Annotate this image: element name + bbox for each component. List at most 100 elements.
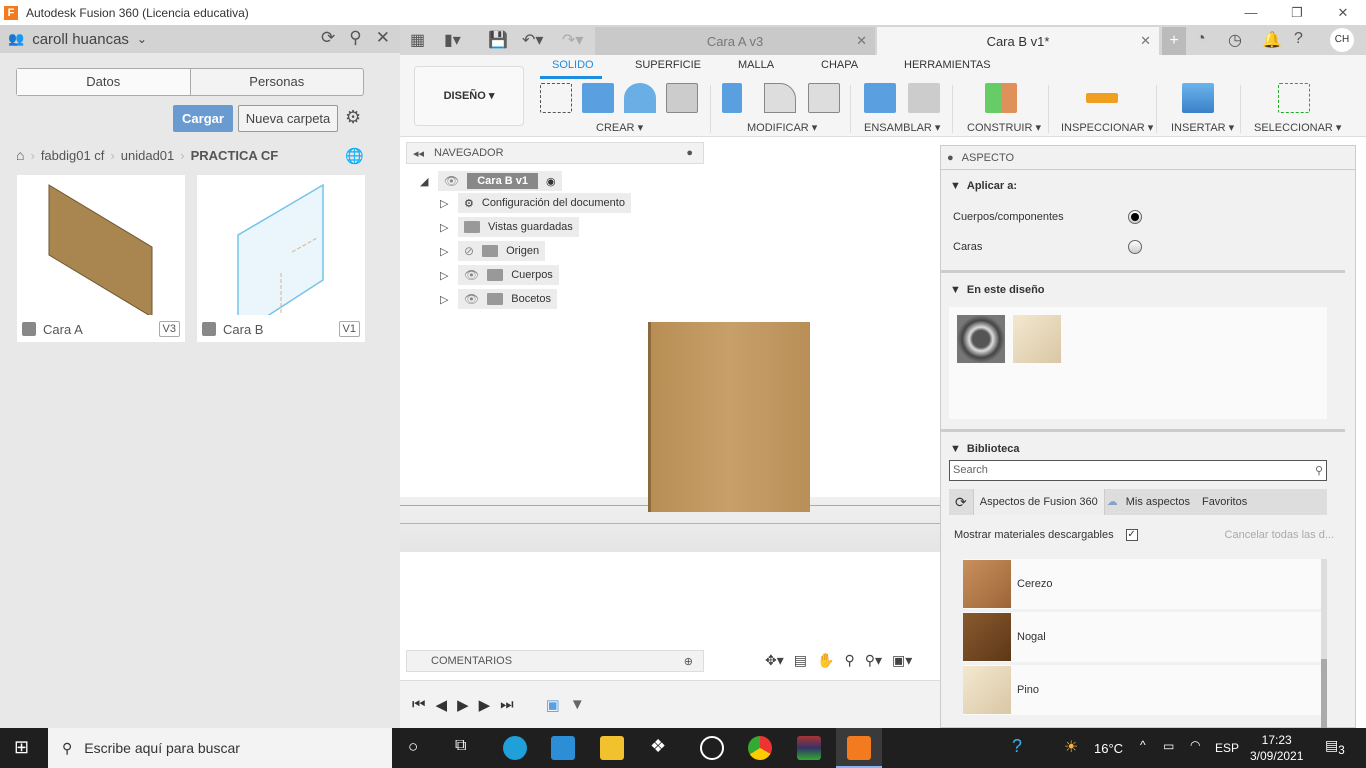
previous-icon[interactable]: ◀: [436, 696, 448, 714]
tree-root[interactable]: ◢ 👁 Cara B v1 ◉: [420, 170, 631, 192]
user-selector[interactable]: caroll huancas: [32, 31, 129, 48]
avatar[interactable]: CH: [1330, 28, 1354, 52]
workspace-dropdown[interactable]: DISEÑO ▾: [414, 66, 524, 126]
look-at-icon[interactable]: ▤: [794, 652, 807, 669]
cancel-all-link[interactable]: Cancelar todas las d...: [1225, 529, 1334, 541]
close-icon[interactable]: ✕: [376, 28, 390, 48]
construir-menu[interactable]: CONSTRUIR ▾: [967, 121, 1041, 134]
steel-appearance-swatch[interactable]: [957, 315, 1005, 363]
play-icon[interactable]: ▶: [457, 696, 469, 714]
in-design-section[interactable]: ▼ En este diseño: [941, 273, 1355, 307]
tab-datos[interactable]: Datos: [17, 69, 191, 95]
zoom-icon[interactable]: ⚲: [844, 652, 854, 669]
chevron-down-icon[interactable]: ⌄: [137, 32, 147, 46]
tab-favorites[interactable]: Favoritos: [1196, 489, 1253, 515]
measure-icon[interactable]: [1086, 93, 1118, 103]
scrollbar[interactable]: [1321, 559, 1327, 729]
upload-button[interactable]: Cargar: [173, 105, 233, 132]
tree-item[interactable]: ▷ ⚙ Configuración del documento: [440, 192, 631, 214]
tab-personas[interactable]: Personas: [191, 69, 364, 95]
close-tab-icon[interactable]: ✕: [856, 33, 867, 49]
minimize-button[interactable]: —: [1228, 0, 1274, 25]
battery-icon[interactable]: ▭: [1163, 739, 1174, 753]
shell-icon[interactable]: [808, 83, 840, 113]
3d-viewport[interactable]: ◂◂ NAVEGADOR ● ◢ 👁 Cara B v1 ◉ ▷ ⚙ Configurac…: [400, 137, 940, 680]
radio-faces[interactable]: [1128, 240, 1142, 254]
first-icon[interactable]: ⏮: [412, 696, 426, 713]
tab-cara-b[interactable]: Cara B v1* ✕: [877, 27, 1159, 55]
globe-icon[interactable]: 🌐: [345, 147, 364, 165]
display-settings-icon[interactable]: ▣▾: [892, 652, 912, 669]
option-faces[interactable]: Caras: [941, 232, 1355, 262]
search-icon[interactable]: ⚲: [349, 28, 361, 48]
material-item[interactable]: Cerezo: [963, 559, 1323, 609]
offset-plane-icon[interactable]: [985, 83, 1017, 113]
last-icon[interactable]: ⏭: [500, 696, 514, 713]
pine-appearance-swatch[interactable]: [1013, 315, 1061, 363]
grid-icon[interactable]: ▦: [410, 30, 425, 50]
redo-icon[interactable]: ↷▾: [562, 30, 583, 50]
chrome-icon[interactable]: [748, 736, 772, 760]
file-explorer-icon[interactable]: [600, 736, 624, 760]
new-component-icon[interactable]: [864, 83, 896, 113]
taskbar-search[interactable]: ⚲ Escribe aquí para buscar: [48, 728, 392, 768]
help-icon[interactable]: ?: [1012, 736, 1022, 757]
revolve-icon[interactable]: [624, 83, 656, 113]
gear-icon[interactable]: ⚙: [345, 107, 361, 128]
option-bodies[interactable]: Cuerpos/componentes: [941, 202, 1355, 232]
radio-bodies[interactable]: [1128, 210, 1142, 224]
timeline-marker[interactable]: ▼: [570, 696, 585, 713]
minus-icon[interactable]: ●: [947, 152, 954, 164]
chevron-up-icon[interactable]: ^: [1140, 738, 1146, 752]
tab-malla[interactable]: MALLA: [738, 59, 774, 71]
pan-icon[interactable]: ✋: [817, 652, 834, 669]
tab-superficie[interactable]: SUPERFICIE: [635, 59, 701, 71]
eye-icon[interactable]: 👁: [444, 174, 459, 188]
hole-icon[interactable]: [666, 83, 698, 113]
tab-cara-a[interactable]: Cara A v3 ✕: [595, 27, 875, 55]
bell-icon[interactable]: 🔔: [1262, 30, 1282, 50]
maximize-button[interactable]: ❐: [1274, 0, 1320, 25]
extrude-icon[interactable]: [582, 83, 614, 113]
wood-panel-body[interactable]: [648, 322, 810, 512]
undo-icon[interactable]: ↶▾: [522, 30, 543, 50]
collapse-icon[interactable]: ◂◂: [413, 147, 424, 160]
version-dropdown[interactable]: V3: [158, 321, 180, 337]
task-view-icon[interactable]: ⧉: [455, 737, 466, 755]
ensamblar-menu[interactable]: ENSAMBLAR ▾: [864, 121, 940, 134]
tab-solido[interactable]: SOLIDO: [552, 59, 594, 71]
minus-icon[interactable]: ●: [686, 147, 693, 159]
eye-hidden-icon[interactable]: ⊘: [464, 244, 474, 258]
new-tab-button[interactable]: +: [1162, 27, 1186, 55]
edge-icon[interactable]: [503, 736, 527, 760]
mail-icon[interactable]: [551, 736, 575, 760]
plus-icon[interactable]: ⊕: [684, 655, 693, 668]
language-indicator[interactable]: ESP: [1215, 728, 1239, 768]
app-icon[interactable]: [700, 736, 724, 760]
breadcrumb-item[interactable]: unidad01: [121, 148, 175, 163]
eye-icon[interactable]: 👁: [464, 268, 479, 282]
apply-to-section[interactable]: ▼ Aplicar a:: [941, 170, 1355, 202]
press-pull-icon[interactable]: [722, 83, 742, 113]
tree-item[interactable]: ▷ ⊘ Origen: [440, 240, 631, 262]
clock-icon[interactable]: ◷: [1228, 30, 1242, 50]
tree-item[interactable]: ▷ 👁 Bocetos: [440, 288, 631, 310]
search-icon[interactable]: ⚲: [1315, 464, 1323, 477]
material-item[interactable]: Pino: [963, 665, 1323, 715]
file-card[interactable]: Cara B V1: [197, 175, 365, 342]
notifications-icon[interactable]: ▤3: [1325, 737, 1345, 757]
tree-item[interactable]: ▷ 👁 Cuerpos: [440, 264, 631, 286]
comments-bar[interactable]: COMENTARIOS ⊕: [406, 650, 704, 672]
inspeccionar-menu[interactable]: INSPECCIONAR ▾: [1061, 121, 1153, 134]
orbit-icon[interactable]: ✥▾: [765, 652, 784, 669]
fit-icon[interactable]: ⚲▾: [865, 652, 882, 669]
crear-menu[interactable]: CREAR ▾: [596, 121, 643, 134]
cortana-icon[interactable]: ○: [408, 737, 418, 757]
close-button[interactable]: ✕: [1320, 0, 1366, 25]
library-search-input[interactable]: Search ⚲: [949, 460, 1327, 481]
material-item[interactable]: Nogal: [963, 612, 1323, 662]
dropbox-icon[interactable]: ❖: [650, 736, 666, 757]
fillet-icon[interactable]: [764, 83, 796, 113]
tree-item[interactable]: ▷ Vistas guardadas: [440, 216, 631, 238]
temperature[interactable]: 16°C: [1094, 728, 1123, 768]
